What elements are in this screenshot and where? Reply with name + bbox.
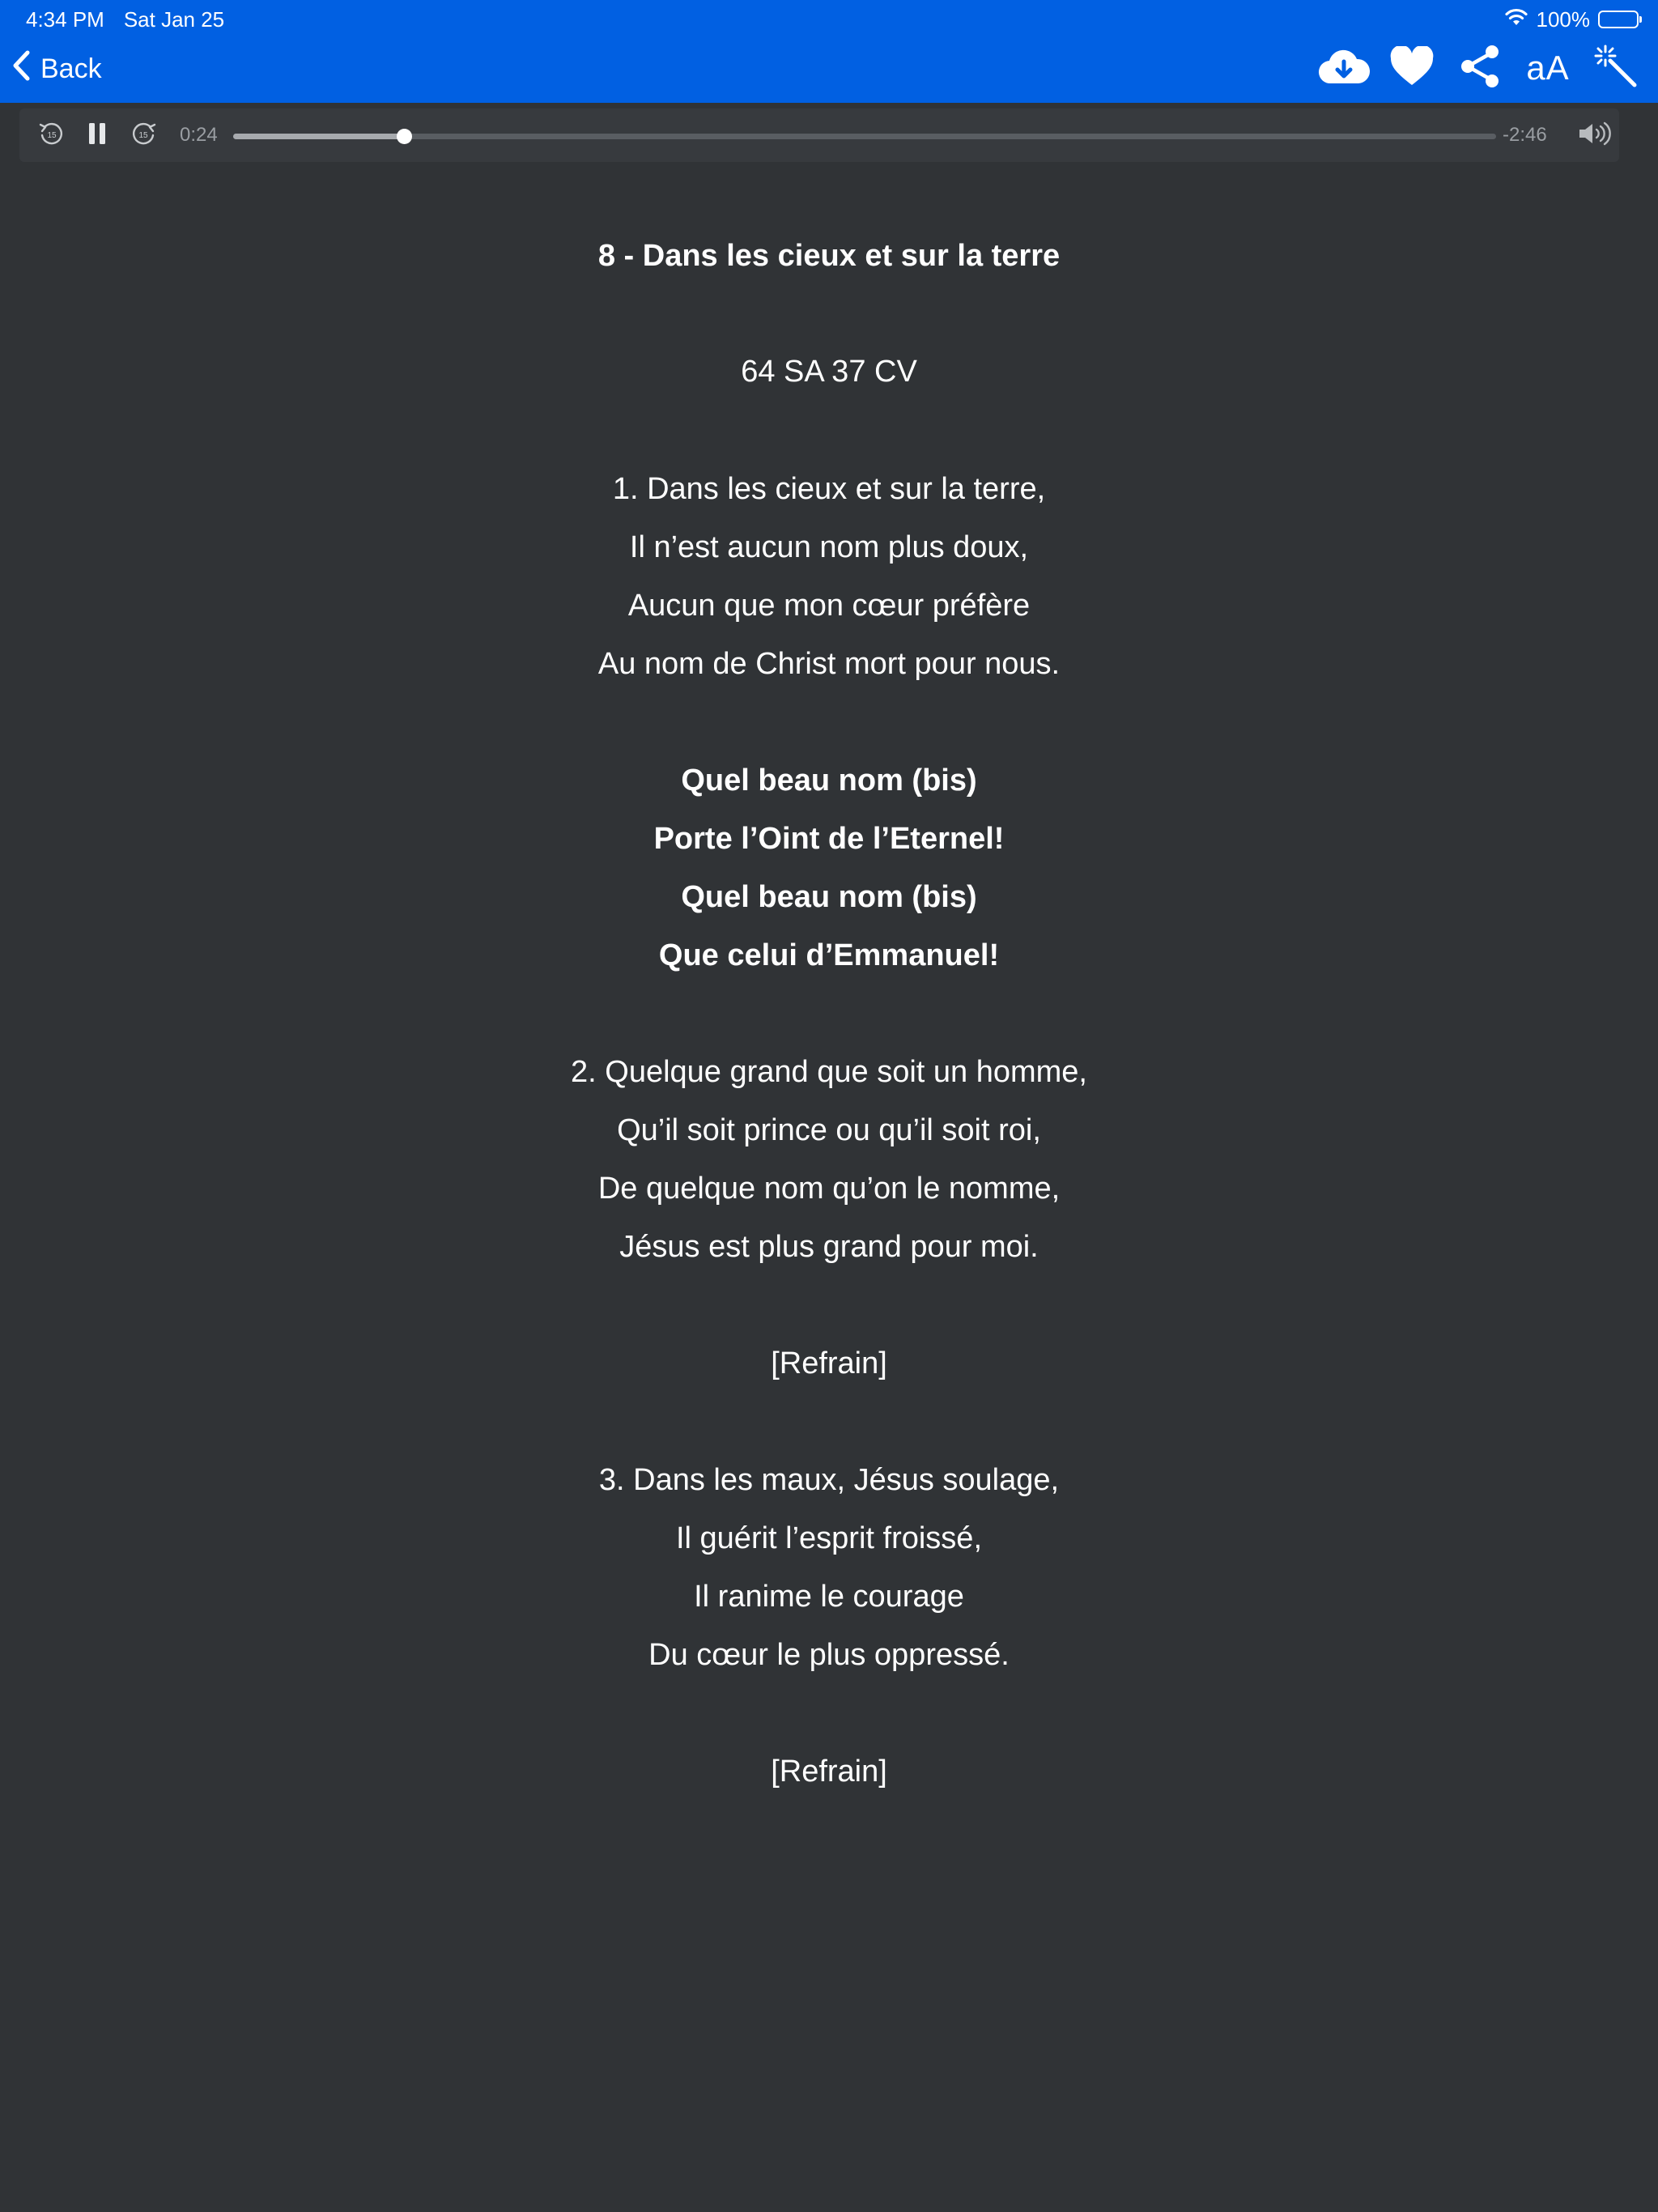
refrain-line: Porte l’Oint de l’Eternel! [653, 822, 1005, 856]
remaining-time: -2:46 [1503, 124, 1547, 146]
svg-text:15: 15 [47, 131, 57, 140]
stanza-1: 1. Dans les cieux et sur la terre, Il n’… [0, 460, 1658, 693]
speaker-volume-icon [1578, 121, 1613, 150]
status-bar-left: 4:34 PM Sat Jan 25 [26, 6, 224, 32]
share-button[interactable] [1446, 42, 1514, 94]
skip-forward-15-icon: 15 [130, 120, 157, 151]
audio-player: 15 15 0:24 -2:46 [19, 108, 1619, 162]
stanza-3: 3. Dans les maux, Jésus soulage, Il guér… [0, 1451, 1658, 1684]
svg-text:15: 15 [138, 131, 148, 140]
cloud-download-icon [1318, 48, 1371, 89]
pause-icon [87, 121, 108, 150]
lyric-line: Qu’il soit prince ou qu’il soit roi, [617, 1113, 1041, 1147]
text-size-icon: aA [1526, 49, 1570, 87]
lyric-line: Il ranime le courage [694, 1580, 964, 1614]
lyric-line: Jésus est plus grand pour moi. [619, 1230, 1039, 1264]
lyric-line: Du cœur le plus oppressé. [648, 1638, 1010, 1672]
magic-wand-button[interactable] [1582, 42, 1650, 94]
lyric-line: 3. Dans les maux, Jésus soulage, [598, 1463, 1060, 1497]
lyric-line: 2. Quelque grand que soit un homme, [571, 1055, 1087, 1089]
skip-back-15-button[interactable]: 15 [33, 117, 70, 154]
refrain-marker: [Refrain] [771, 1346, 887, 1380]
share-icon [1460, 45, 1500, 92]
status-time: 4:34 PM [26, 7, 104, 32]
top-bar: 4:34 PM Sat Jan 25 100% Back aA [0, 0, 1658, 103]
lyric-line: Au nom de Christ mort pour nous. [597, 647, 1061, 681]
battery-icon [1598, 11, 1642, 28]
lyric-line: De quelque nom qu’on le nomme, [597, 1172, 1061, 1206]
favorite-button[interactable] [1378, 42, 1446, 94]
status-bar-right: 100% [1504, 6, 1642, 32]
magic-wand-icon [1594, 45, 1638, 92]
skip-forward-15-button[interactable]: 15 [125, 117, 162, 154]
back-label: Back [40, 53, 102, 84]
download-button[interactable] [1310, 42, 1378, 94]
refrain-marker: [Refrain] [771, 1755, 887, 1789]
refrain: Quel beau nom (bis) Porte l’Oint de l’Et… [0, 751, 1658, 985]
chevron-left-icon [11, 49, 31, 89]
back-button[interactable]: Back [11, 47, 102, 91]
lyric-line: 1. Dans les cieux et sur la terre, [612, 472, 1046, 506]
elapsed-time: 0:24 [180, 124, 218, 146]
volume-button[interactable] [1577, 117, 1614, 154]
lyric-line: Il guérit l’esprit froissé, [675, 1521, 982, 1555]
stanza-2: 2. Quelque grand que soit un homme, Qu’i… [0, 1043, 1658, 1276]
nav-actions: aA [1310, 42, 1650, 94]
refrain-line: Que celui d’Emmanuel! [658, 938, 1000, 972]
refrain-marker-1: [Refrain] [0, 1334, 1658, 1393]
hymn-title: 8 - Dans les cieux et sur la terre [597, 239, 1061, 273]
battery-percent: 100% [1536, 7, 1591, 32]
refrain-line: Quel beau nom (bis) [681, 880, 977, 914]
lyric-line: Aucun que mon cœur préfère [627, 589, 1031, 623]
hymn-reference: 64 SA 37 CV [741, 355, 917, 389]
status-date: Sat Jan 25 [123, 7, 225, 32]
heart-icon [1389, 45, 1435, 91]
wifi-icon [1504, 6, 1528, 32]
refrain-line: Quel beau nom (bis) [681, 764, 977, 798]
pause-button[interactable] [79, 117, 116, 154]
seek-bar-progress [233, 134, 404, 139]
seek-bar-thumb[interactable] [396, 129, 412, 144]
text-size-button[interactable]: aA [1514, 42, 1582, 94]
seek-bar[interactable] [233, 129, 1496, 144]
lyric-line: Il n’est aucun nom plus doux, [629, 530, 1029, 564]
skip-back-15-icon: 15 [38, 120, 66, 151]
refrain-marker-2: [Refrain] [0, 1742, 1658, 1801]
